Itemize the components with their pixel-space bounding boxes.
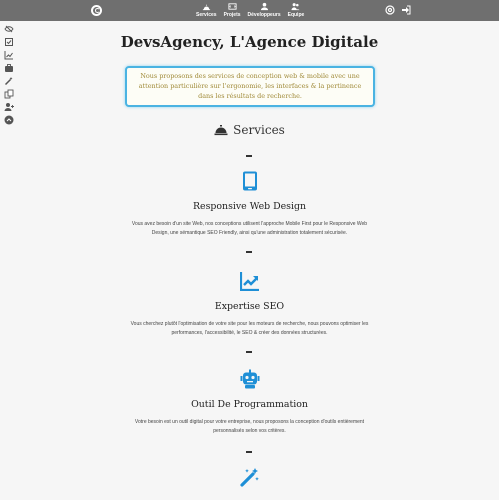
- nav-label: Projets: [223, 12, 241, 18]
- service-description: Vous avez besoin d'un site Web, nos conc…: [131, 221, 368, 236]
- service-programmation: Outil De Programmation Votre besoin est …: [0, 369, 499, 436]
- tablet-icon: [242, 171, 257, 191]
- services-heading-label: Services: [233, 123, 285, 137]
- briefcase-icon[interactable]: [4, 63, 14, 73]
- nav-label: Services: [196, 12, 217, 18]
- copy-icon[interactable]: [4, 89, 14, 99]
- sign-in-icon[interactable]: [401, 5, 411, 15]
- magic-wand-icon[interactable]: [4, 76, 14, 86]
- brand-logo-icon[interactable]: [91, 5, 102, 16]
- user-icon: [260, 2, 268, 11]
- service-title: Outil De Programmation: [191, 399, 308, 410]
- page-title: DevsAgency, L'Agence Digitale: [120, 33, 379, 51]
- nav-label: Développeurs: [247, 12, 281, 18]
- nav-item-developpeurs[interactable]: Développeurs: [248, 2, 281, 21]
- nav-item-equipe[interactable]: Equipe: [287, 2, 305, 21]
- top-right-actions: [385, 5, 411, 15]
- robot-icon: [240, 369, 259, 389]
- service-next: [0, 467, 499, 487]
- nav-item-projets[interactable]: Projets: [224, 2, 241, 21]
- main-nav: Services Projets Développeurs Equipe: [196, 2, 304, 21]
- services-heading: Services: [0, 123, 499, 137]
- section-divider: [246, 155, 252, 157]
- service-description: Votre besoin est un outil digital pour v…: [134, 419, 365, 434]
- nav-label: Equipe: [287, 12, 305, 18]
- code-icon: [227, 3, 237, 10]
- chart-icon[interactable]: [4, 50, 14, 60]
- section-divider: [246, 251, 252, 253]
- user-plus-icon[interactable]: [4, 102, 14, 112]
- intro-box: Nous proposons des services de conceptio…: [125, 66, 375, 107]
- bell-icon: [202, 4, 210, 11]
- service-seo: Expertise SEO Vous cherchez plutôt l'opt…: [0, 271, 499, 338]
- magic-wand-icon: [239, 468, 259, 487]
- concierge-bell-icon: [214, 125, 228, 136]
- section-divider: [246, 451, 252, 453]
- service-title: Expertise SEO: [214, 301, 285, 312]
- trending-up-icon: [239, 272, 259, 291]
- top-navbar: Services Projets Développeurs Equipe: [0, 0, 499, 21]
- at-sign-icon[interactable]: [385, 5, 395, 15]
- service-description: Vous cherchez plutôt l'optimisation de v…: [130, 321, 369, 336]
- service-responsive: Responsive Web Design Vous avez besoin d…: [0, 171, 499, 238]
- section-divider: [246, 351, 252, 353]
- nav-item-services[interactable]: Services: [196, 2, 217, 21]
- users-icon: [291, 3, 300, 11]
- service-title: Responsive Web Design: [192, 201, 307, 212]
